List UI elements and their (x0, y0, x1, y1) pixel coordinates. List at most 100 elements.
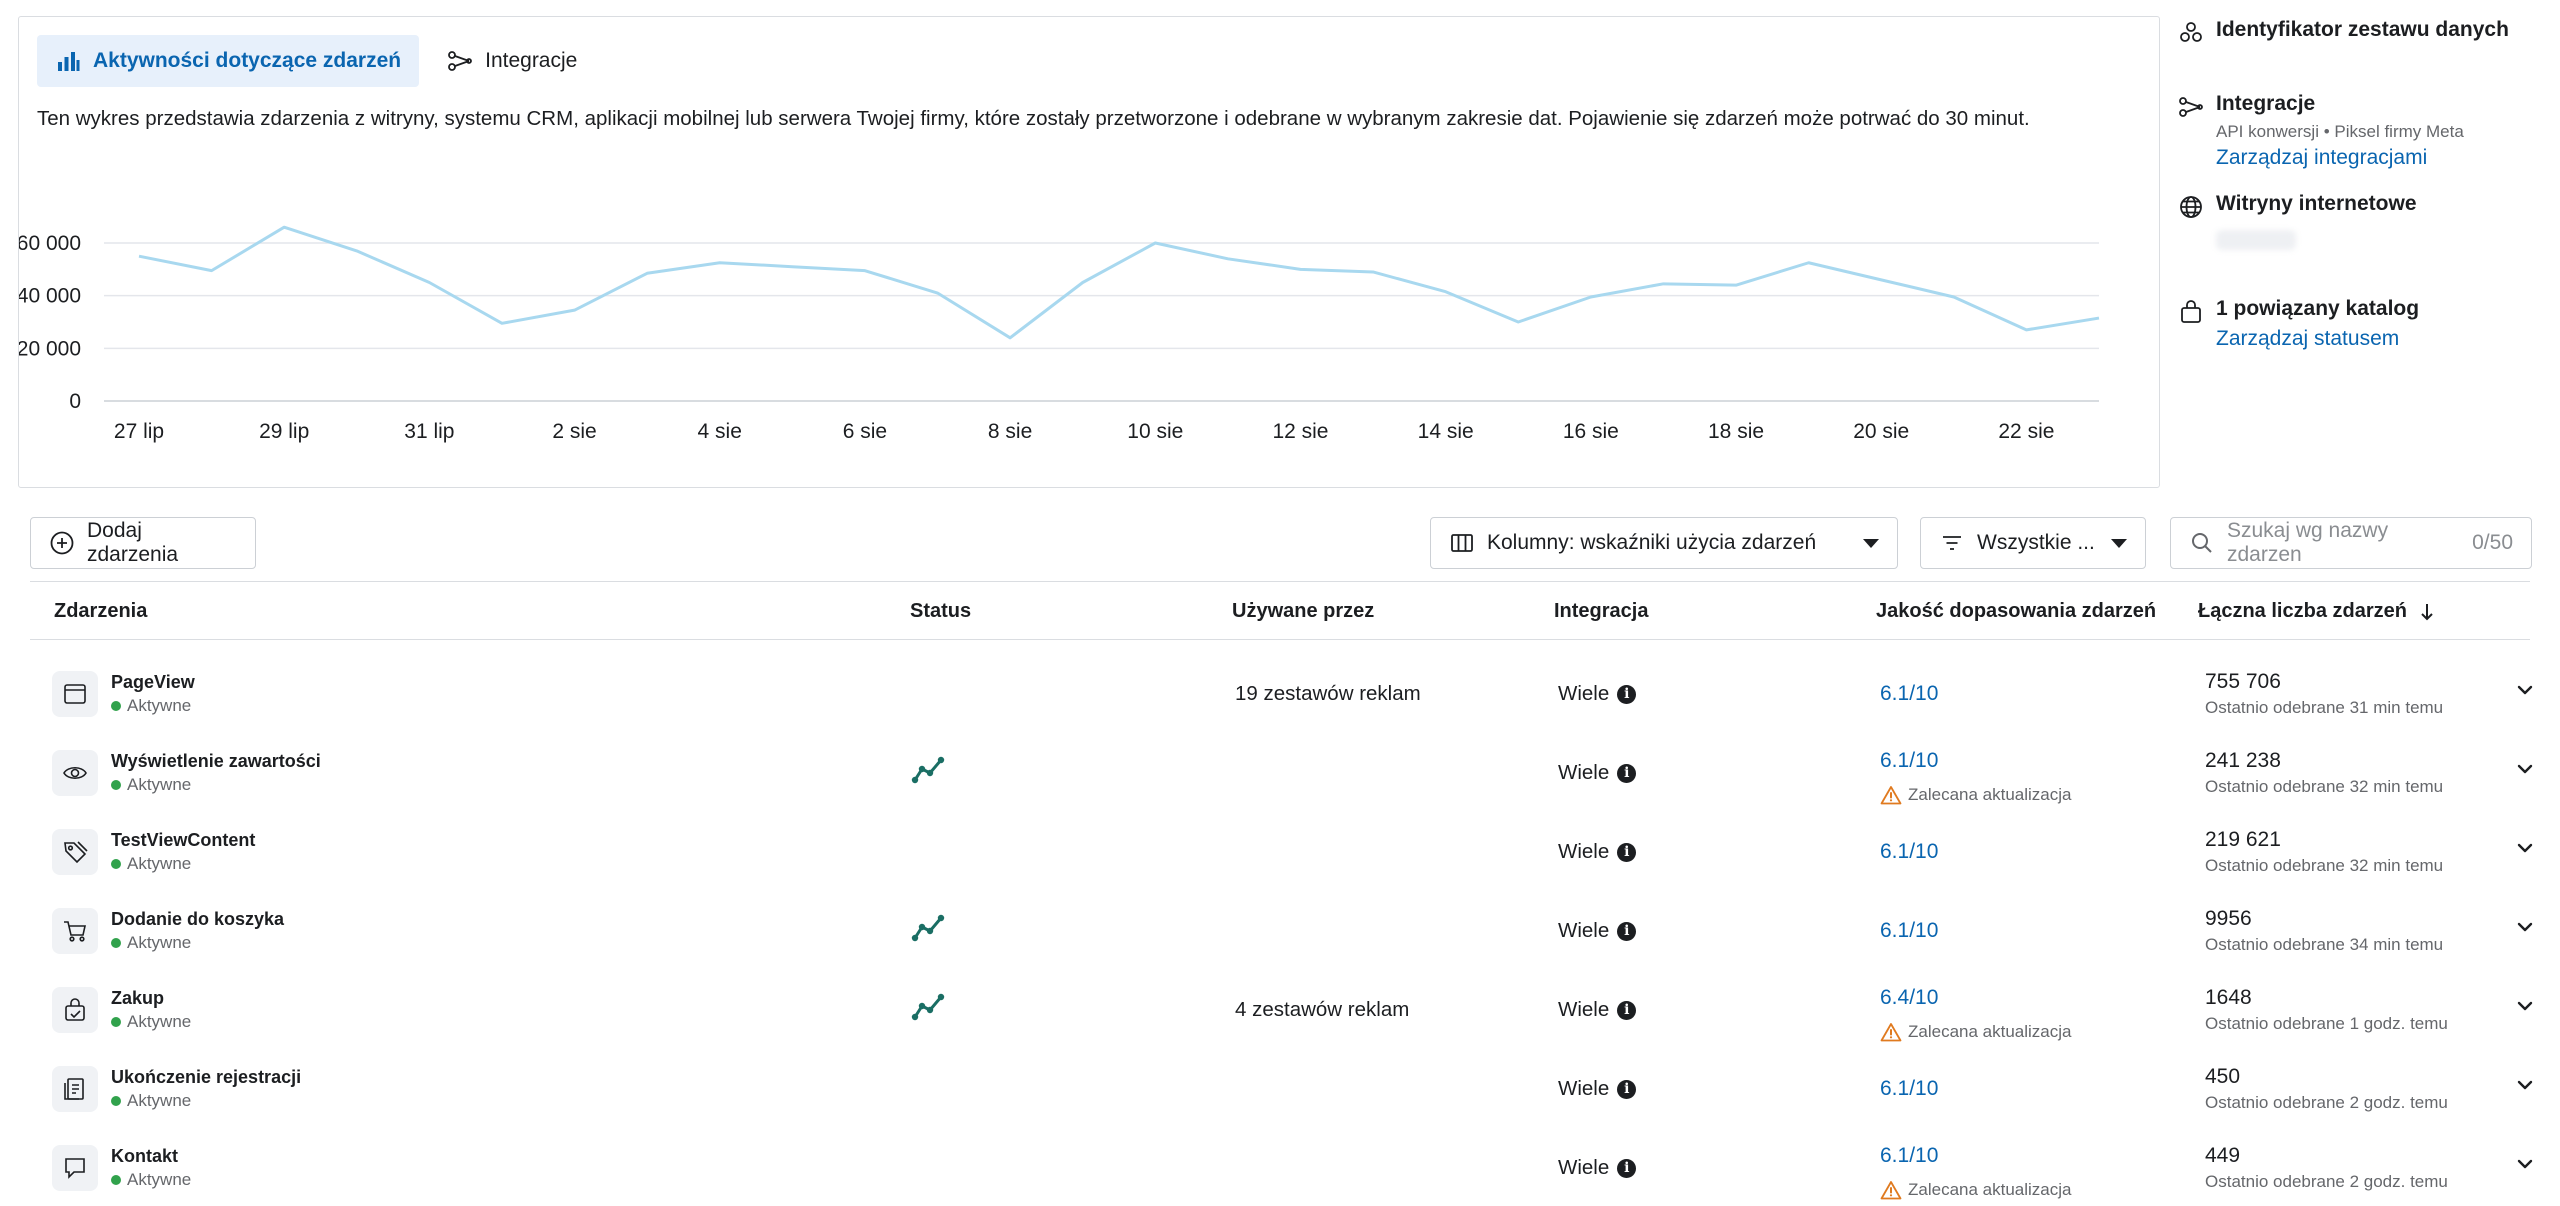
info-icon[interactable]: i (1617, 684, 1637, 704)
website-placeholder (2216, 230, 2296, 250)
last-received-value: Ostatnio odebrane 32 min temu (2205, 856, 2444, 875)
column-header-events[interactable]: Zdarzenia (54, 600, 147, 623)
filter-icon (1943, 536, 1961, 550)
registration-icon (64, 1078, 84, 1100)
event-name[interactable]: Zakup (111, 988, 164, 1009)
websites-item: Witryny internetowe (2178, 192, 2417, 250)
active-status-dot (111, 1096, 121, 1106)
chevron-down-icon (1863, 538, 1879, 548)
match-quality-score[interactable]: 6.1/10 (1880, 1077, 1938, 1101)
integration-value: Wiele i (1558, 682, 1637, 706)
eye-icon (63, 766, 87, 780)
sort-descending-icon (2421, 603, 2433, 620)
chevron-down-icon[interactable] (2512, 759, 2538, 779)
info-icon[interactable]: i (1617, 1079, 1637, 1099)
tab-event-activity[interactable]: Aktywności dotyczące zdarzeń (37, 35, 420, 87)
event-name[interactable]: Wyświetlenie zawartości (111, 751, 321, 772)
info-icon[interactable]: i (1617, 763, 1637, 783)
event-name[interactable]: Dodanie do koszyka (111, 909, 284, 930)
columns-select[interactable]: Kolumny: wskaźniki użycia zdarzeń (1430, 517, 1898, 569)
event-icon-container (52, 671, 98, 717)
used-by-value: 4 zestawów reklam (1235, 998, 1410, 1021)
event-name[interactable]: PageView (111, 672, 195, 693)
event-name[interactable]: TestViewContent (111, 830, 255, 851)
update-warning: Zalecana aktualizacja (1880, 1022, 2071, 1042)
manage-integrations-link[interactable]: Zarządzaj integracjami (2216, 146, 2464, 170)
chevron-down-icon[interactable] (2512, 1075, 2538, 1095)
event-activity-chart: 0 20 000 40 000 60 000 27 lip 29 lip 31 lip 2 s… (19, 225, 2100, 443)
chevron-down-icon (2111, 538, 2127, 548)
bar-chart-icon (58, 52, 80, 71)
match-quality-score[interactable]: 6.1/10 (1880, 840, 1938, 864)
match-quality-score[interactable]: 6.1/10 (1880, 919, 1938, 943)
event-status: Aktywne (111, 854, 191, 874)
integration-label: Wiele (1558, 998, 1610, 1021)
match-quality-score[interactable]: 6.1/10 (1880, 682, 1938, 706)
dataset-icon (2180, 22, 2202, 42)
events-series-line (138, 225, 2100, 340)
chevron-down-icon[interactable] (2512, 917, 2538, 937)
event-status-label: Aktywne (127, 775, 192, 794)
event-icon-container (52, 750, 98, 796)
x-tick-label: 6 sie (843, 420, 887, 443)
table-row[interactable]: Wyświetlenie zawartości Aktywne Wiele i 6… (0, 729, 2560, 808)
column-header-integration[interactable]: Integracja (1554, 600, 1648, 623)
column-header-status[interactable]: Status (910, 600, 971, 623)
x-tick-label: 29 lip (259, 420, 309, 443)
chevron-down-icon[interactable] (2512, 1154, 2538, 1174)
update-warning-label: Zalecana aktualizacja (1908, 1022, 2072, 1041)
integration-value: Wiele i (1558, 1077, 1637, 1101)
event-name[interactable]: Ukończenie rejestracji (111, 1067, 301, 1088)
chevron-down-icon[interactable] (2512, 680, 2538, 700)
x-tick-label: 8 sie (988, 420, 1032, 443)
search-icon (2192, 533, 2212, 553)
y-tick-label: 40 000 (19, 285, 81, 308)
warning-triangle-icon (1880, 1181, 1902, 1200)
table-row[interactable]: Ukończenie rejestracji Aktywne Wiele i 6.… (0, 1045, 2560, 1124)
update-warning: Zalecana aktualizacja (1880, 1180, 2071, 1200)
cart-icon (64, 921, 86, 942)
column-header-match-quality[interactable]: Jakość dopasowania zdarzeń (1876, 600, 2156, 623)
info-icon[interactable]: i (1617, 1000, 1637, 1020)
dataset-id-item: Identyfikator zestawu danych (2178, 18, 2509, 46)
integration-value: Wiele i (1558, 1156, 1637, 1180)
info-icon[interactable]: i (1617, 842, 1637, 862)
match-quality-score[interactable]: 6.4/10 (1880, 986, 1938, 1010)
x-tick-label: 22 sie (1998, 420, 2054, 443)
filter-select[interactable]: Wszystkie ... (1920, 517, 2146, 569)
integration-label: Wiele (1558, 682, 1610, 705)
add-events-button[interactable]: Dodaj zdarzenia (30, 517, 256, 569)
event-status: Aktywne (111, 933, 191, 953)
event-name[interactable]: Kontakt (111, 1146, 178, 1167)
info-icon[interactable]: i (1617, 1158, 1637, 1178)
table-row[interactable]: Zakup Aktywne 4 zestawów reklam Wiele i 6… (0, 966, 2560, 1045)
x-tick-label: 2 sie (552, 420, 596, 443)
table-row[interactable]: TestViewContent Aktywne Wiele i 6.1/10 219… (0, 808, 2560, 887)
table-row[interactable]: Kontakt Aktywne Wiele i 6.1/10 Zalecana a… (0, 1124, 2560, 1203)
match-quality-score[interactable]: 6.1/10 (1880, 1144, 1938, 1168)
plus-circle-icon (50, 531, 74, 555)
shopping-bag-icon (65, 998, 85, 1021)
search-input[interactable]: Szukaj wg nazwy zdarzen 0/50 (2170, 517, 2532, 569)
x-tick-label: 4 sie (698, 420, 742, 443)
chevron-down-icon[interactable] (2512, 838, 2538, 858)
chevron-down-icon[interactable] (2512, 996, 2538, 1016)
column-header-total[interactable]: Łączna liczba zdarzeń (2198, 600, 2435, 623)
active-status-dot (111, 701, 121, 711)
search-char-count: 0/50 (2472, 531, 2513, 554)
x-tick-label: 10 sie (1127, 420, 1183, 443)
info-icon[interactable]: i (1617, 921, 1637, 941)
match-quality-score[interactable]: 6.1/10 (1880, 749, 1938, 773)
tab-integrations[interactable]: Integracje (429, 35, 595, 87)
active-status-dot (111, 780, 121, 790)
column-header-used-by[interactable]: Używane przez (1232, 600, 1374, 623)
integration-value: Wiele i (1558, 998, 1637, 1022)
table-row[interactable]: Dodanie do koszyka Aktywne Wiele i 6.1/10… (0, 887, 2560, 966)
event-status-label: Aktywne (127, 1091, 192, 1110)
manage-status-link[interactable]: Zarządzaj statusem (2216, 327, 2419, 351)
globe-icon (2180, 196, 2202, 218)
total-events-value: 241 238 (2205, 749, 2281, 772)
table-row[interactable]: PageView Aktywne 19 zestawów reklam Wiele… (0, 650, 2560, 729)
last-received-value: Ostatnio odebrane 2 godz. temu (2205, 1172, 2448, 1191)
total-events-value: 449 (2205, 1144, 2241, 1167)
